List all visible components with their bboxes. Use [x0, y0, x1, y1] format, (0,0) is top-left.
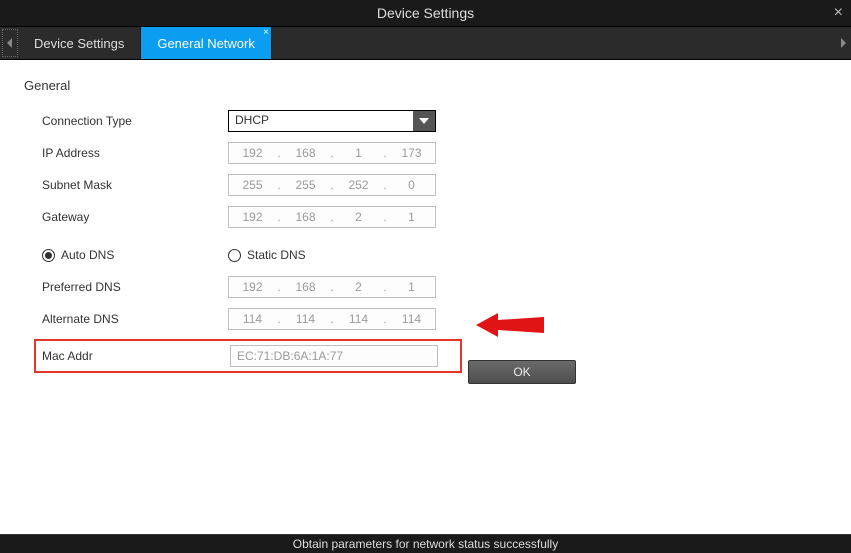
auto-dns-radio[interactable] [42, 249, 55, 262]
static-dns-radio[interactable] [228, 249, 241, 262]
ip-octet: 114 [282, 312, 329, 326]
ip-octet: 1 [388, 210, 435, 224]
annotation-arrow-icon [476, 310, 546, 340]
ip-octet: 173 [388, 146, 435, 160]
label-gateway: Gateway [42, 210, 228, 224]
ip-octet: 2 [335, 210, 382, 224]
row-dns-mode: Auto DNS Static DNS [42, 239, 827, 271]
label-static-dns: Static DNS [247, 248, 306, 262]
row-subnet-mask: Subnet Mask 255. 255. 252. 0 [42, 169, 827, 201]
ip-octet: 255 [282, 178, 329, 192]
mac-addr-highlight: Mac Addr EC:71:DB:6A:1A:77 [34, 339, 462, 373]
ip-octet: 114 [229, 312, 276, 326]
row-preferred-dns: Preferred DNS 192. 168. 2. 1 [42, 271, 827, 303]
tab-scroll-left[interactable] [2, 29, 18, 57]
ip-address-input[interactable]: 192. 168. 1. 173 [228, 142, 436, 164]
section-title: General [24, 78, 827, 93]
ip-octet: 168 [282, 146, 329, 160]
ip-octet: 168 [282, 210, 329, 224]
tab-general-network[interactable]: General Network × [141, 27, 272, 59]
row-connection-type: Connection Type DHCP [42, 105, 827, 137]
chevron-down-icon[interactable] [413, 111, 435, 131]
preferred-dns-input[interactable]: 192. 168. 2. 1 [228, 276, 436, 298]
tabbar: Device Settings General Network × [0, 26, 851, 60]
ip-octet: 114 [335, 312, 382, 326]
ok-label: OK [513, 365, 530, 379]
row-ip-address: IP Address 192. 168. 1. 173 [42, 137, 827, 169]
row-gateway: Gateway 192. 168. 2. 1 [42, 201, 827, 233]
row-alternate-dns: Alternate DNS 114. 114. 114. 114 [42, 303, 827, 335]
tab-label: General Network [157, 36, 255, 51]
gateway-input[interactable]: 192. 168. 2. 1 [228, 206, 436, 228]
mac-addr-input[interactable]: EC:71:DB:6A:1A:77 [230, 345, 438, 367]
subnet-mask-input[interactable]: 255. 255. 252. 0 [228, 174, 436, 196]
mac-value: EC:71:DB:6A:1A:77 [237, 349, 343, 363]
ip-octet: 192 [229, 280, 276, 294]
form: Connection Type DHCP IP Address 192. 168… [42, 105, 827, 373]
connection-type-select[interactable]: DHCP [228, 110, 436, 132]
label-ip-address: IP Address [42, 146, 228, 160]
label-alternate-dns: Alternate DNS [42, 312, 228, 326]
ip-octet: 192 [229, 146, 276, 160]
close-icon[interactable]: × [263, 27, 269, 38]
close-icon[interactable]: × [834, 4, 843, 22]
label-auto-dns: Auto DNS [61, 248, 114, 262]
titlebar: Device Settings × [0, 0, 851, 26]
ip-octet: 2 [335, 280, 382, 294]
status-text: Obtain parameters for network status suc… [293, 537, 558, 551]
alternate-dns-input[interactable]: 114. 114. 114. 114 [228, 308, 436, 330]
tab-device-settings[interactable]: Device Settings [18, 27, 141, 59]
label-preferred-dns: Preferred DNS [42, 280, 228, 294]
tab-scroll-right[interactable] [835, 27, 851, 59]
ok-button[interactable]: OK [468, 360, 576, 384]
ip-octet: 168 [282, 280, 329, 294]
label-mac-addr: Mac Addr [42, 349, 230, 363]
window-title: Device Settings [377, 5, 474, 21]
label-subnet-mask: Subnet Mask [42, 178, 228, 192]
ip-octet: 255 [229, 178, 276, 192]
ip-octet: 114 [388, 312, 435, 326]
ip-octet: 1 [388, 280, 435, 294]
tabs: Device Settings General Network × [18, 27, 835, 59]
ip-octet: 192 [229, 210, 276, 224]
select-value: DHCP [229, 111, 413, 131]
ip-octet: 0 [388, 178, 435, 192]
statusbar: Obtain parameters for network status suc… [0, 534, 851, 553]
ip-octet: 252 [335, 178, 382, 192]
tab-label: Device Settings [34, 36, 124, 51]
content-panel: General Connection Type DHCP IP Address … [0, 60, 851, 534]
label-connection-type: Connection Type [42, 114, 228, 128]
ip-octet: 1 [335, 146, 382, 160]
